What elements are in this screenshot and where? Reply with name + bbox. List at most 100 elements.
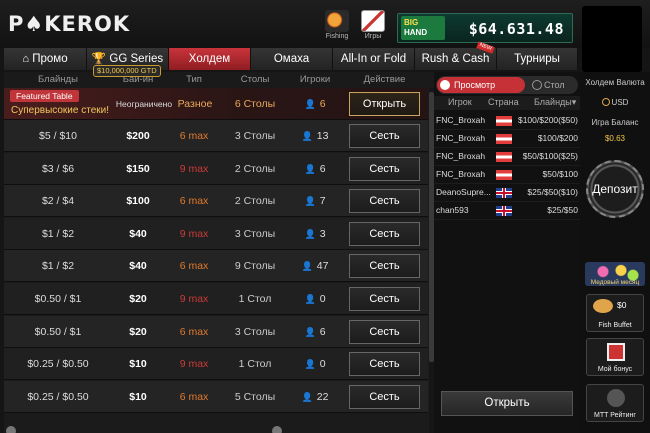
dollar-icon: [601, 98, 610, 106]
sit-button[interactable]: Сесть: [349, 319, 420, 344]
tab-all-in-or-fold[interactable]: All-In or Fold: [333, 48, 415, 70]
view-toggle[interactable]: Просмотр группы Стол: [436, 76, 578, 106]
sit-button[interactable]: Сесть: [349, 189, 420, 214]
balance-value: $0.63: [604, 134, 626, 143]
row-players: 👤 13: [301, 130, 329, 142]
player-row[interactable]: FNC_Broxah $50/$100($25): [434, 148, 580, 166]
row-tables: 2 Столы: [234, 162, 276, 175]
country-flag-icon: [496, 116, 512, 126]
sit-button[interactable]: Сесть: [349, 124, 420, 148]
fish-buffet-button[interactable]: $0 Fish Buffet: [586, 294, 644, 332]
player-icon: 👤: [304, 228, 316, 239]
row-blinds: $0.25 / $0.50: [27, 358, 89, 371]
bottom-status-icon[interactable]: [272, 426, 282, 433]
sit-button[interactable]: Сесть: [349, 156, 420, 181]
col-player[interactable]: Игрок: [448, 97, 472, 107]
fish-coin-icon: [593, 299, 613, 313]
gtd-badge: $10,000,000 GTD: [93, 65, 161, 77]
tab-tournaments[interactable]: Турниры: [497, 48, 578, 70]
row-buyin: $100: [126, 195, 150, 208]
tab-omaha[interactable]: Омаха: [251, 48, 333, 70]
table-row[interactable]: $0.25 / $0.50 $10 6 max 5 Столы 👤 22 Сесть: [4, 380, 428, 413]
row-buyin: $20: [129, 325, 147, 338]
country-flag-icon: [496, 206, 512, 216]
deposit-button[interactable]: Депозит: [586, 160, 644, 218]
sort-down-icon: ▾: [571, 97, 577, 107]
col-players[interactable]: Игроки: [290, 74, 340, 85]
player-row[interactable]: FNC_Broxah $50/$100: [434, 166, 580, 184]
table-row[interactable]: $1 / $2 $40 9 max 3 Столы 👤 3 Сесть: [4, 217, 428, 250]
row-type: 6 max: [179, 390, 209, 403]
gift-icon: [607, 343, 625, 361]
mtt-rating-button[interactable]: MTT Рейтинг: [586, 384, 644, 422]
row-blinds: $0.25 / $0.50: [27, 390, 89, 403]
fishing-label: Fishing: [325, 33, 349, 40]
player-icon: 👤: [301, 261, 313, 272]
top-header: P♠KEROK Fishing Игры BIG HAND $64.631.48: [0, 0, 650, 72]
bottom-status-icon[interactable]: [6, 426, 16, 433]
row-tables: 3 Столы: [234, 325, 276, 338]
games-button[interactable]: Игры: [356, 10, 390, 44]
col-panel-blinds[interactable]: Блайнды▾: [534, 97, 576, 108]
fish-buffet-label: Fish Buffet: [598, 322, 632, 329]
panel-open-button[interactable]: Открыть: [441, 391, 573, 416]
sit-button[interactable]: Сесть: [349, 221, 420, 246]
col-country[interactable]: Страна: [488, 97, 519, 107]
player-row[interactable]: DeanoSupre... $25/$50($10): [434, 184, 580, 202]
col-type[interactable]: Тип: [164, 74, 224, 85]
featured-table-row[interactable]: Featured Table Супервысокие стеки! Неогр…: [4, 88, 428, 120]
toggle-table-view[interactable]: Стол: [530, 77, 576, 93]
sit-button[interactable]: Сесть: [349, 352, 420, 377]
row-buyin: $40: [129, 260, 147, 273]
player-blinds: $25/$50($10): [527, 187, 578, 197]
col-action: Действие: [363, 74, 406, 85]
honeymoon-label: Медовый месяц: [590, 279, 640, 286]
player-name: chan593: [436, 205, 469, 215]
tab-promo[interactable]: ⌂ Промо: [4, 48, 87, 70]
table-row[interactable]: $3 / $6 $150 9 max 2 Столы 👤 6 Сесть: [4, 152, 428, 185]
my-bonus-button[interactable]: Мой бонус: [586, 338, 644, 376]
fishing-button[interactable]: Fishing: [320, 10, 354, 44]
table-row[interactable]: $0.50 / $1 $20 6 max 3 Столы 👤 6 Сесть: [4, 315, 428, 348]
row-type: 9 max: [179, 227, 209, 240]
player-icon: 👤: [301, 131, 313, 141]
row-type: 6 max: [179, 260, 209, 273]
featured-open-button[interactable]: Открыть: [349, 92, 420, 116]
featured-badge: Featured Table: [10, 90, 79, 102]
row-blinds: $5 / $10: [39, 130, 77, 142]
avatar-placeholder[interactable]: [582, 6, 642, 72]
player-row[interactable]: FNC_Broxah $100/$200: [434, 130, 580, 148]
player-blinds: $50/$100: [542, 169, 578, 179]
player-icon: 👤: [304, 359, 316, 370]
fish-icon: [325, 10, 349, 32]
row-buyin: $40: [129, 227, 147, 240]
toggle-group-view[interactable]: Просмотр группы: [437, 77, 525, 106]
col-tables[interactable]: Столы: [224, 74, 286, 85]
currency-selector[interactable]: USD: [580, 98, 650, 107]
table-row[interactable]: $2 / $4 $100 6 max 2 Столы 👤 7 Сесть: [4, 185, 428, 218]
player-name: FNC_Broxah: [436, 151, 486, 161]
tab-holdem[interactable]: Холдем: [169, 48, 251, 70]
row-type: 9 max: [179, 358, 209, 371]
country-flag-icon: [496, 134, 512, 144]
sit-button[interactable]: Сесть: [349, 254, 420, 279]
row-tables: 5 Столы: [234, 390, 276, 403]
player-row[interactable]: FNC_Broxah $100/$200($50): [434, 112, 580, 130]
row-buyin: $10: [129, 390, 147, 403]
fish-buffet-value: $0: [617, 300, 627, 310]
table-row[interactable]: $1 / $2 $40 6 max 9 Столы 👤 47 Сесть: [4, 250, 428, 283]
sit-button[interactable]: Сесть: [349, 287, 420, 311]
player-blinds: $100/$200: [537, 133, 578, 143]
table-row[interactable]: $0.25 / $0.50 $10 9 max 1 Стол 👤 0 Сесть: [4, 348, 428, 381]
tab-gg-series[interactable]: 🏆 GG Series $10,000,000 GTD: [87, 48, 169, 77]
country-flag-icon: [496, 152, 512, 162]
player-row[interactable]: chan593 $25/$50: [434, 202, 580, 220]
sit-button[interactable]: Сесть: [349, 384, 420, 409]
radio-icon: [532, 80, 542, 90]
table-row[interactable]: $5 / $10 $200 6 max 3 Столы 👤 13 Сесть: [4, 120, 428, 152]
bighand-balance-banner[interactable]: BIG HAND $64.631.48: [397, 13, 573, 43]
table-row[interactable]: $0.50 / $1 $20 9 max 1 Стол 👤 0 Сесть: [4, 283, 428, 315]
tab-rush-cash[interactable]: Rush & Cash NEW: [415, 41, 497, 70]
radio-selected-icon: [440, 80, 450, 90]
featured-type: Разное: [177, 98, 213, 110]
